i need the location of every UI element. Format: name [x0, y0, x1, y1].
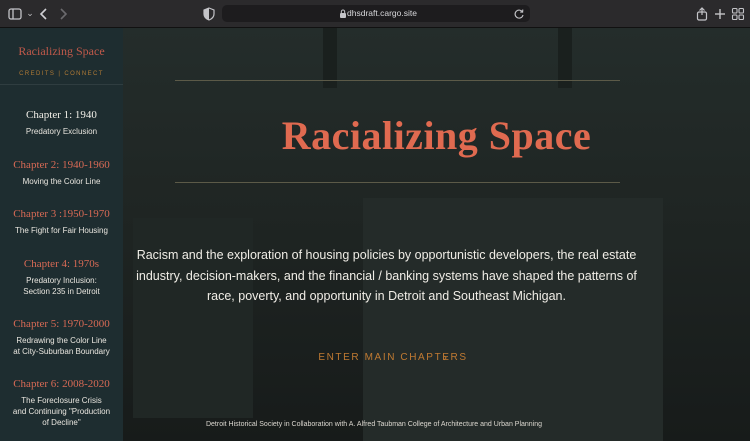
- hero-section: Racializing Space Racism and the explora…: [123, 28, 750, 441]
- credits-connect-links[interactable]: CREDITS | CONNECT: [0, 71, 123, 77]
- sidebar-item-chapter-4[interactable]: Chapter 4: 1970s Predatory Inclusion: Se…: [0, 258, 123, 297]
- chapter-subtitle: The Foreclosure Crisis and Continuing "P…: [12, 396, 111, 427]
- top-rule: [175, 80, 620, 81]
- forward-icon[interactable]: [55, 6, 71, 22]
- background-photo-lamp: [558, 28, 572, 88]
- sidebar-brand[interactable]: Racializing Space: [0, 44, 123, 59]
- chapter-subtitle: Predatory Inclusion: Section 235 in Detr…: [23, 276, 100, 296]
- background-photo-lamp: [323, 28, 337, 88]
- enter-chapters-button[interactable]: ENTER MAIN CHAPTERS: [293, 352, 493, 363]
- privacy-shield-icon[interactable]: [201, 6, 217, 22]
- address-bar[interactable]: dhsdraft.cargo.site: [222, 5, 530, 22]
- reload-icon[interactable]: [513, 7, 525, 19]
- chapter-title: Chapter 3 :1950-1970: [13, 208, 110, 220]
- sidebar-toggle-icon[interactable]: [7, 6, 23, 22]
- chapter-title: Chapter 6: 2008-2020: [13, 378, 110, 390]
- footer-credit: Detroit Historical Society in Collaborat…: [205, 421, 543, 428]
- new-tab-icon[interactable]: [712, 6, 728, 22]
- url-text: dhsdraft.cargo.site: [347, 8, 417, 18]
- background-photo-sign: [363, 198, 663, 441]
- chapter-title: Chapter 4: 1970s: [23, 258, 100, 270]
- sidebar-item-chapter-2[interactable]: Chapter 2: 1940-1960 Moving the Color Li…: [0, 159, 123, 187]
- divider: [0, 84, 123, 85]
- chapter-title: Chapter 5: 1970-2000: [13, 318, 110, 330]
- sidebar-item-chapter-5[interactable]: Chapter 5: 1970-2000 Redrawing the Color…: [0, 318, 123, 357]
- chapter-title: Chapter 2: 1940-1960: [13, 159, 110, 171]
- bottom-rule: [175, 182, 620, 183]
- back-icon[interactable]: [36, 6, 52, 22]
- page-title: Racializing Space: [281, 113, 592, 158]
- tab-overview-icon[interactable]: [730, 6, 746, 22]
- sidebar-item-chapter-1[interactable]: Chapter 1: 1940 Predatory Exclusion: [0, 109, 123, 137]
- sidebar-item-chapter-6[interactable]: Chapter 6: 2008-2020 The Foreclosure Cri…: [0, 378, 123, 428]
- chapter-subtitle: Redrawing the Color Line at City-Suburba…: [13, 336, 110, 356]
- chevron-right-icon[interactable]: ›: [443, 351, 447, 364]
- sidebar-item-chapter-3[interactable]: Chapter 3 :1950-1970 The Fight for Fair …: [0, 208, 123, 236]
- browser-toolbar: ⌄ dhsdraft.cargo.site: [0, 0, 750, 28]
- chapter-subtitle: The Fight for Fair Housing: [15, 226, 108, 235]
- chapter-subtitle: Moving the Color Line: [22, 177, 101, 186]
- chapter-title: Chapter 1: 1940: [26, 109, 97, 121]
- intro-paragraph: Racism and the exploration of housing po…: [136, 248, 637, 303]
- sidebar: Racializing Space CREDITS | CONNECT Chap…: [0, 28, 123, 441]
- share-icon[interactable]: [694, 6, 710, 22]
- chapter-subtitle: Predatory Exclusion: [25, 127, 98, 136]
